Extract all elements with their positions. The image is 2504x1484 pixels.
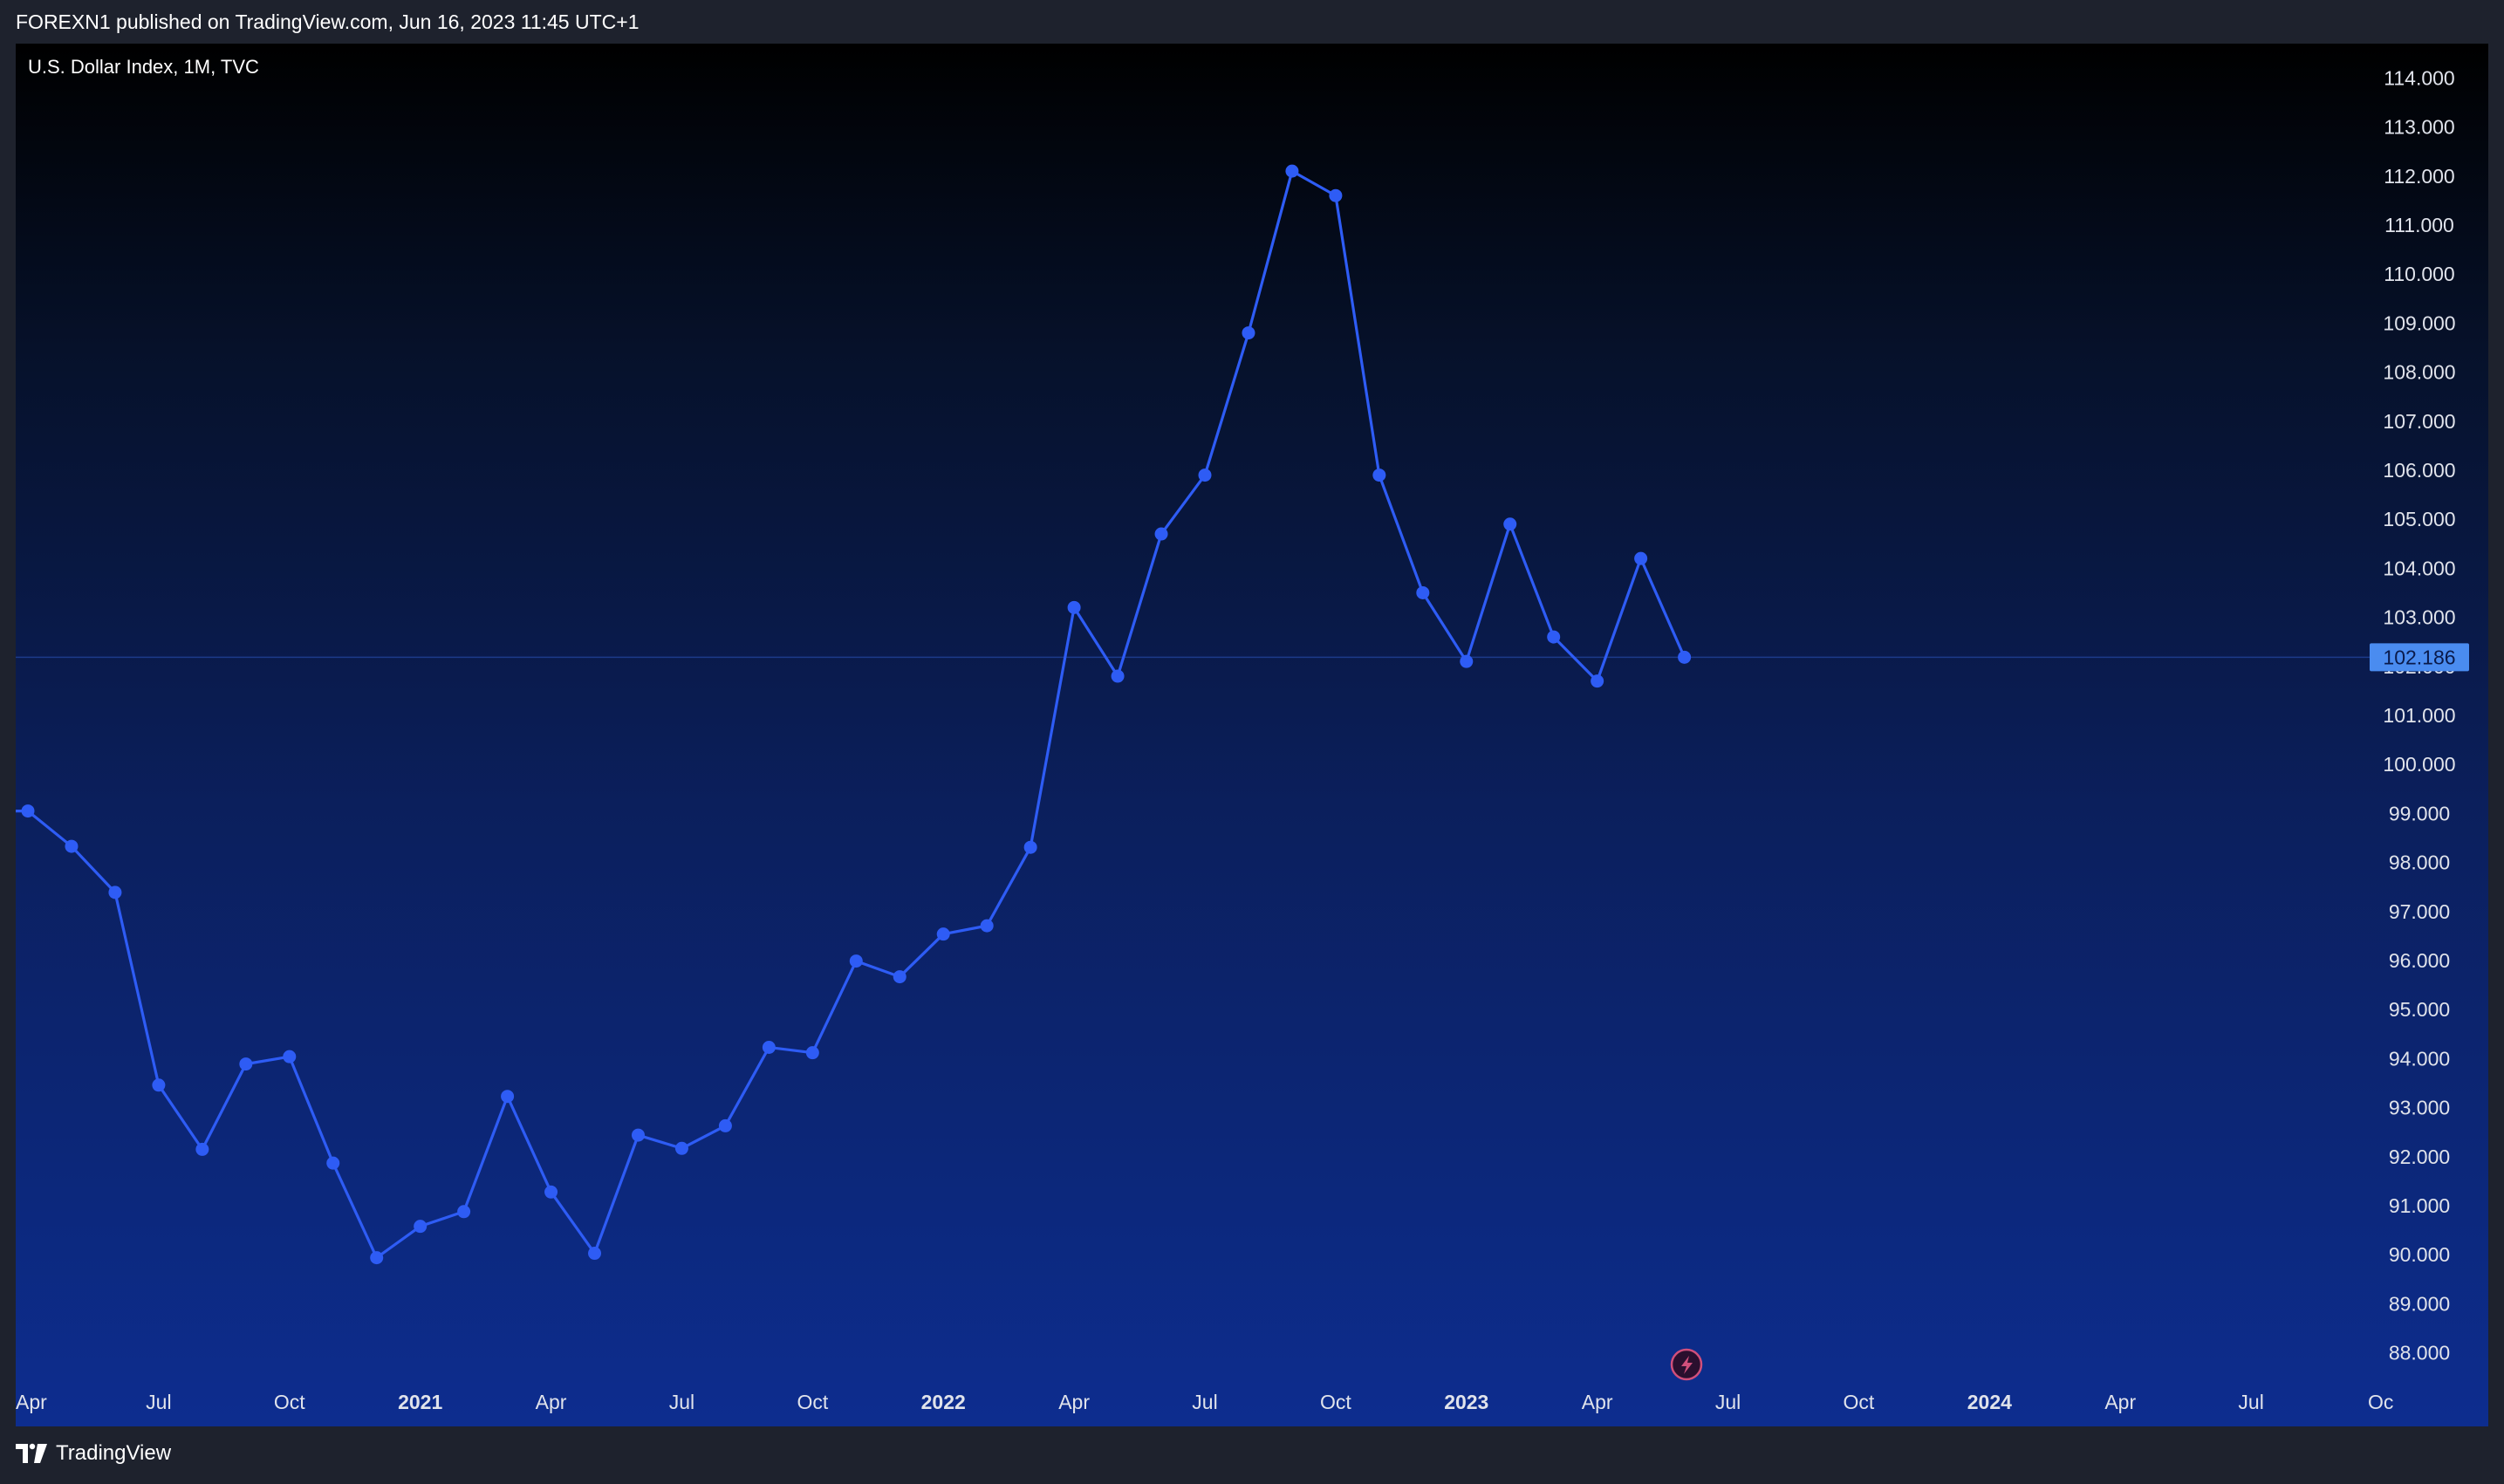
brand-name: TradingView: [56, 1441, 172, 1465]
y-tick-label: 98.000: [2389, 851, 2450, 874]
data-point-2021-07[interactable]: [674, 1141, 688, 1155]
x-tick-label: Jul: [1715, 1391, 1741, 1413]
x-tick-label: Apr: [2104, 1391, 2136, 1413]
data-point-2023-01[interactable]: [1460, 654, 1474, 668]
x-tick-label-year: 2021: [398, 1391, 442, 1413]
data-point-2021-10[interactable]: [805, 1046, 819, 1060]
data-point-2022-04[interactable]: [1067, 600, 1081, 614]
data-point-2022-10[interactable]: [1329, 188, 1343, 202]
y-tick-label: 96.000: [2389, 949, 2450, 972]
x-tick-label: Jul: [1192, 1391, 1217, 1413]
x-tick-label: Apr: [1058, 1391, 1090, 1413]
x-tick-label: Apr: [536, 1391, 567, 1413]
data-point-2021-12[interactable]: [893, 970, 907, 984]
x-tick-label: Oct: [1844, 1391, 1875, 1413]
x-tick-label: Oct: [274, 1391, 305, 1413]
brand[interactable]: TradingView: [14, 1440, 171, 1467]
x-tick-label: Jul: [146, 1391, 171, 1413]
data-point-2023-06[interactable]: [1678, 650, 1692, 664]
data-point-2021-09[interactable]: [762, 1041, 776, 1055]
series-line: [16, 169, 1686, 1260]
x-tick-label: Oct: [797, 1391, 828, 1413]
tradingview-logo-icon: [16, 1443, 47, 1463]
data-point-2023-05[interactable]: [1634, 551, 1648, 565]
y-tick-label: 112.000: [2384, 165, 2454, 188]
x-tick-label-year: 2023: [1444, 1391, 1488, 1413]
y-tick-label: 104.000: [2383, 557, 2455, 579]
data-point-2023-03[interactable]: [1547, 630, 1561, 644]
bottom-bar: TradingView: [0, 1426, 2504, 1484]
y-tick-label: 99.000: [2389, 802, 2450, 824]
y-tick-label: 110.000: [2384, 263, 2454, 285]
x-tick-label: Jul: [2238, 1391, 2263, 1413]
y-tick-label: 89.000: [2389, 1292, 2450, 1315]
data-point-2020-04[interactable]: [21, 804, 35, 818]
data-point-2022-11[interactable]: [1372, 468, 1386, 482]
data-point-2021-03[interactable]: [501, 1090, 515, 1104]
data-point-2022-12[interactable]: [1416, 585, 1430, 599]
data-point-2020-05[interactable]: [65, 839, 79, 853]
published-info: FOREXN1 published on TradingView.com, Ju…: [16, 10, 640, 33]
data-point-2022-05[interactable]: [1111, 669, 1125, 683]
x-tick-label: Jul: [669, 1391, 694, 1413]
y-tick-label: 94.000: [2389, 1047, 2450, 1070]
data-point-2023-02[interactable]: [1503, 517, 1517, 531]
last-price-label: 102.186: [2383, 646, 2455, 668]
data-point-2020-07[interactable]: [152, 1078, 166, 1092]
y-tick-label: 111.000: [2384, 214, 2454, 236]
data-point-2020-12[interactable]: [370, 1251, 384, 1265]
y-tick-label: 90.000: [2389, 1243, 2450, 1266]
y-tick-label: 101.000: [2383, 704, 2455, 727]
data-point-2021-01[interactable]: [414, 1220, 428, 1234]
data-point-2022-09[interactable]: [1285, 164, 1299, 178]
data-point-2021-05[interactable]: [588, 1247, 602, 1261]
data-point-2022-07[interactable]: [1198, 468, 1212, 482]
y-tick-label: 91.000: [2389, 1194, 2450, 1217]
y-tick-label: 97.000: [2389, 900, 2450, 923]
y-tick-label: 105.000: [2383, 508, 2455, 530]
data-point-2022-01[interactable]: [936, 927, 950, 941]
price-chart[interactable]: 88.000 89.000 90.000 91.000 92.000 93.000 94.0…: [16, 44, 2488, 1426]
data-point-2020-06[interactable]: [108, 886, 122, 899]
x-tick-label-year: 2024: [1967, 1391, 2012, 1413]
symbol-legend: U.S. Dollar Index, 1M, TVC: [28, 56, 259, 78]
data-point-2020-08[interactable]: [195, 1142, 209, 1156]
x-tick-label: Oct: [1320, 1391, 1351, 1413]
top-bar: FOREXN1 published on TradingView.com, Ju…: [0, 0, 2504, 44]
data-point-2020-10[interactable]: [283, 1050, 297, 1063]
y-tick-label: 107.000: [2383, 410, 2455, 433]
data-point-2023-04[interactable]: [1591, 674, 1604, 688]
data-point-2022-08[interactable]: [1242, 326, 1255, 340]
data-point-2021-06[interactable]: [631, 1128, 645, 1142]
x-tick-label: Apr: [1582, 1391, 1613, 1413]
data-point-2021-04[interactable]: [544, 1185, 558, 1199]
x-tick-label: Oc: [2368, 1391, 2393, 1413]
y-tick-label: 92.000: [2389, 1145, 2450, 1168]
y-tick-label: 114.000: [2384, 66, 2454, 89]
y-tick-label: 106.000: [2383, 459, 2455, 482]
y-tick-label: 108.000: [2383, 361, 2455, 384]
y-tick-label: 95.000: [2389, 998, 2450, 1021]
x-tick-label: Apr: [16, 1391, 47, 1413]
y-tick-label: 109.000: [2383, 311, 2455, 334]
data-point-2022-06[interactable]: [1154, 527, 1168, 541]
y-tick-label: 103.000: [2383, 606, 2455, 629]
y-tick-label: 100.000: [2383, 753, 2455, 776]
x-tick-label-year: 2022: [921, 1391, 966, 1413]
data-point-2021-02[interactable]: [457, 1205, 471, 1219]
y-tick-label: 113.000: [2384, 116, 2454, 139]
y-tick-label: 93.000: [2389, 1097, 2450, 1119]
chart-panel[interactable]: 88.000 89.000 90.000 91.000 92.000 93.000 94.0…: [16, 44, 2488, 1426]
y-tick-label: 88.000: [2389, 1342, 2450, 1364]
data-point-2020-09[interactable]: [239, 1057, 253, 1071]
data-point-2022-02[interactable]: [980, 919, 994, 933]
data-point-2021-08[interactable]: [718, 1118, 732, 1132]
data-point-2020-11[interactable]: [326, 1156, 340, 1170]
data-point-2022-03[interactable]: [1023, 840, 1037, 854]
data-point-2021-11[interactable]: [849, 954, 863, 968]
